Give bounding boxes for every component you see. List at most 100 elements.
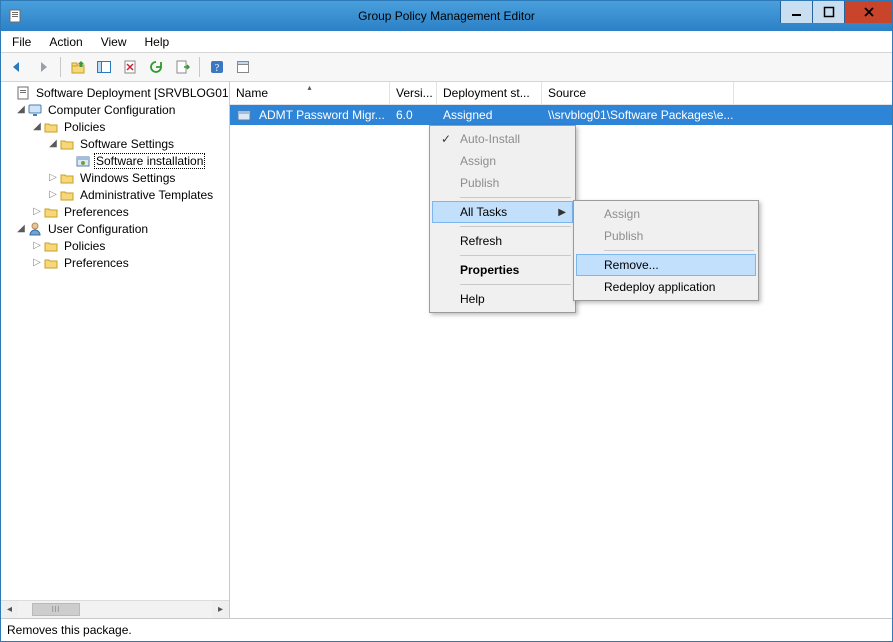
expand-icon[interactable]: ▷ [47,189,59,201]
collapse-icon[interactable]: ◢ [15,104,27,116]
refresh-button[interactable] [144,55,168,79]
menu-properties[interactable]: Properties [432,259,573,281]
folder-icon [59,170,75,186]
tree-user-configuration[interactable]: ◢ User Configuration [1,220,229,237]
cell-source: \\srvblog01\Software Packages\e... [548,108,733,122]
expand-icon[interactable]: ▷ [31,240,43,252]
tree-label: Software Deployment [SRVBLOG01.T [34,86,229,100]
column-name[interactable]: Name ▴ [230,82,390,104]
column-label: Source [548,86,586,100]
minimize-button[interactable] [780,1,812,23]
menu-help[interactable]: Help [432,288,573,310]
package-icon [236,107,252,123]
package-icon [75,153,91,169]
column-version[interactable]: Versi... [390,82,437,104]
menu-item-label: Redeploy application [604,280,715,294]
tree-label: Preferences [62,205,131,219]
menu-separator [460,226,571,227]
collapse-icon[interactable]: ◢ [47,138,59,150]
tree-label: User Configuration [46,222,150,236]
menubar: File Action View Help [1,31,892,53]
tree-label: Windows Settings [78,171,177,185]
submenu-arrow-icon: ▶ [558,207,566,218]
menu-refresh[interactable]: Refresh [432,230,573,252]
list-header: Name ▴ Versi... Deployment st... Source [230,82,892,105]
tree-software-installation[interactable]: ▸ Software installation [1,152,229,169]
back-button[interactable] [5,55,29,79]
tree-administrative-templates[interactable]: ▷ Administrative Templates [1,186,229,203]
tree-windows-settings[interactable]: ▷ Windows Settings [1,169,229,186]
expand-icon[interactable]: ▷ [31,206,43,218]
column-source[interactable]: Source [542,82,734,104]
tree-preferences-user[interactable]: ▷ Preferences [1,254,229,271]
forward-button[interactable] [31,55,55,79]
cell-version: 6.0 [396,108,413,122]
collapse-icon[interactable]: ◢ [15,223,27,235]
menu-action[interactable]: Action [40,33,91,51]
export-list-button[interactable] [170,55,194,79]
folder-icon [43,238,59,254]
menu-assign: Assign [432,150,573,172]
expand-icon[interactable]: ▷ [47,172,59,184]
menu-all-tasks[interactable]: All Tasks ▶ [432,201,573,223]
tree-pane: ▸ Software Deployment [SRVBLOG01.T ◢ Com… [1,82,230,618]
check-icon: ✓ [436,132,456,146]
folder-icon [59,187,75,203]
context-submenu-all-tasks: Assign Publish Remove... Redeploy applic… [573,200,759,301]
up-button[interactable] [66,55,90,79]
submenu-redeploy[interactable]: Redeploy application [576,276,756,298]
maximize-button[interactable] [812,1,844,23]
show-hide-tree-button[interactable] [92,55,116,79]
menu-item-label: Assign [604,207,640,221]
scroll-left-button[interactable]: ◂ [1,601,18,618]
tree-software-settings[interactable]: ◢ Software Settings [1,135,229,152]
tree-label: Preferences [62,256,131,270]
tree-root[interactable]: ▸ Software Deployment [SRVBLOG01.T [1,84,229,101]
tree-preferences-computer[interactable]: ▷ Preferences [1,203,229,220]
scroll-track[interactable]: lll [18,601,212,618]
menu-item-label: Help [460,292,485,306]
tree-label: Computer Configuration [46,103,177,117]
close-button[interactable] [844,1,892,23]
submenu-remove[interactable]: Remove... [576,254,756,276]
tree-label: Policies [62,120,107,134]
menu-publish: Publish [432,172,573,194]
tree-policies-computer[interactable]: ◢ Policies [1,118,229,135]
sort-ascending-icon: ▴ [307,83,311,92]
list-row[interactable]: ADMT Password Migr... 6.0 Assigned \\srv… [230,105,892,125]
cell-name: ADMT Password Migr... [259,108,385,122]
scroll-right-button[interactable]: ▸ [212,601,229,618]
properties-button[interactable] [231,55,255,79]
column-label: Name [236,86,268,100]
folder-icon [59,136,75,152]
statusbar: Removes this package. [1,618,892,641]
toolbar: ? [1,53,892,82]
tree-computer-configuration[interactable]: ◢ Computer Configuration [1,101,229,118]
menu-help[interactable]: Help [136,33,179,51]
menu-view[interactable]: View [92,33,136,51]
column-label: Versi... [396,86,433,100]
tree-label: Software installation [94,153,205,169]
menu-item-label: Remove... [604,258,659,272]
horizontal-scrollbar[interactable]: ◂ lll ▸ [1,600,229,618]
tree-label: Administrative Templates [78,188,215,202]
menu-separator [460,255,571,256]
menu-file[interactable]: File [3,33,40,51]
tree-label: Policies [62,239,107,253]
app-icon [7,8,23,24]
tree-label: Software Settings [78,137,176,151]
delete-button[interactable] [118,55,142,79]
collapse-icon[interactable]: ◢ [31,121,43,133]
menu-separator [460,284,571,285]
titlebar[interactable]: Group Policy Management Editor [1,1,892,31]
document-icon [15,85,31,101]
menu-item-label: Auto-Install [460,132,520,146]
tree-policies-user[interactable]: ▷ Policies [1,237,229,254]
tree-view[interactable]: ▸ Software Deployment [SRVBLOG01.T ◢ Com… [1,82,229,600]
menu-separator [460,197,571,198]
column-deployment-state[interactable]: Deployment st... [437,82,542,104]
help-button[interactable]: ? [205,55,229,79]
context-menu: ✓ Auto-Install Assign Publish All Tasks … [429,125,576,313]
expand-icon[interactable]: ▷ [31,257,43,269]
scroll-thumb[interactable]: lll [32,603,80,616]
